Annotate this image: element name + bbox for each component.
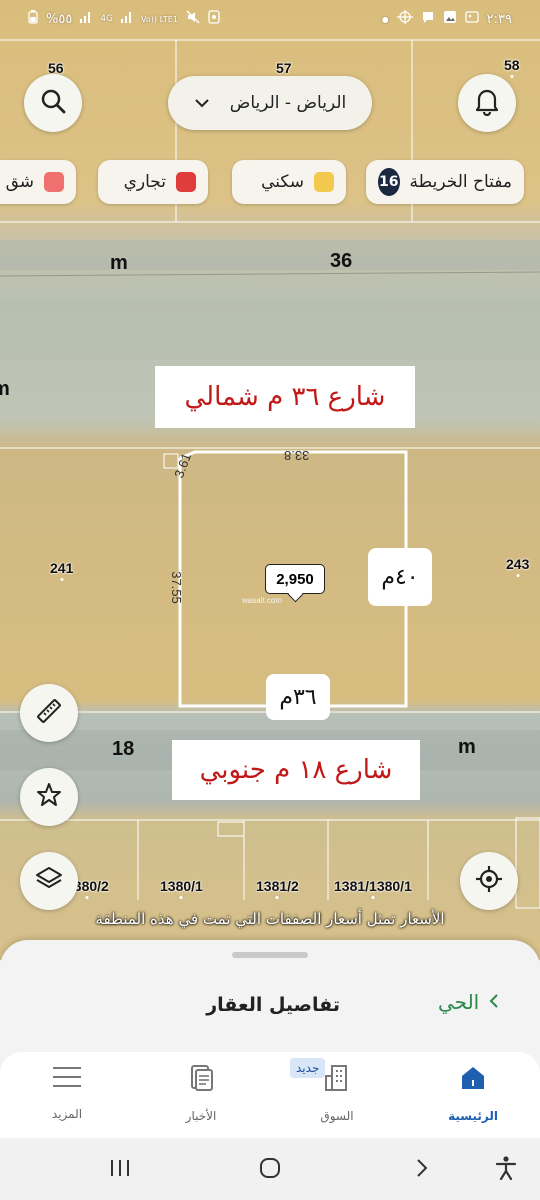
residential-swatch [314,172,334,192]
plot-number: 1381/1380/1 [334,878,412,894]
front-length-annotation: ٣٦م [266,674,330,720]
app-icon [396,10,413,28]
sheet-handle[interactable] [232,952,308,958]
district-link[interactable]: الحي [438,990,499,1014]
menu-icon [51,1064,83,1093]
ruler-icon [34,696,64,730]
legend-commercial[interactable]: تجاري [98,160,208,204]
nav-news-label: الأخبار [185,1109,217,1123]
status-time: ٢:٣٩ [486,11,512,27]
accessibility-icon [494,1155,518,1185]
map-key-count: 16 [378,168,400,196]
nav-home[interactable]: الرئيسية [418,1064,528,1123]
legend-apartments[interactable]: شق [0,160,76,204]
home-icon [458,1064,488,1095]
street-width: 18 [112,738,135,760]
star-icon [34,780,64,814]
map-key-chip[interactable]: 16 مفتاح الخريطة [366,160,524,204]
legend-apartments-label: شق [5,172,34,192]
sheet-title: تفاصيل العقار [206,994,340,1016]
commercial-swatch [176,172,196,192]
home-system-button[interactable] [254,1154,286,1186]
search-icon [39,87,67,119]
recent-apps-button[interactable] [104,1154,136,1186]
watermark: wasalt.com [242,596,283,605]
chevron-right-icon [414,1157,430,1183]
locate-button[interactable] [460,852,518,910]
gallery-icon [443,10,457,28]
network-volte: Vo)) LTE1 [141,14,178,24]
street-label: m [110,252,128,274]
chevron-down-icon [194,93,210,113]
mute-icon [186,10,200,28]
locate-icon [474,864,504,898]
south-street-annotation: شارع ١٨ م جنوبي [172,740,420,800]
side-length-annotation: ٤٠م [368,548,432,606]
map-key-label: مفتاح الخريطة [409,172,512,192]
city-selector-label: الرياض - الرياض [229,93,347,113]
measure-button[interactable] [20,684,78,742]
map-lines [0,39,540,909]
search-button[interactable] [24,74,82,132]
dimension-top: 33.8 [284,448,310,463]
notification-icon [208,10,220,28]
layers-button[interactable] [20,852,78,910]
street-width: 36 [330,250,353,272]
plot-number: 57 [276,60,292,76]
building-icon [322,1064,352,1095]
apartments-swatch [44,172,64,192]
district-link-label: الحي [438,990,480,1014]
nav-more-label: المزيد [51,1107,83,1121]
dimension-left: 37.55 [168,571,184,604]
city-selector[interactable]: الرياض - الرياض [168,76,372,130]
plot-number: 1381/2 [256,878,299,894]
bottom-nav: المزيد الأخبار السوق جديد الرئيسية [0,1052,540,1138]
battery-percent: %٥٥ [46,11,73,27]
signal-icon [80,11,92,27]
battery-icon [28,10,38,28]
status-left: %٥٥ 4G Vo)) LTE1 [28,10,220,28]
status-bar: %٥٥ 4G Vo)) LTE1 ● ٢:٣٩ [0,0,540,38]
plot-number: 58 [504,57,520,73]
map-view[interactable]: 56 57 58 241 243 1380/2 1380/1 1381/2 13… [0,0,540,960]
new-badge: جديد [290,1058,326,1078]
legend-residential-label: سكني [261,172,304,192]
recent-apps-icon [108,1158,132,1182]
plot-number: 243 [506,556,530,572]
status-right: ● ٢:٣٩ [382,10,512,28]
price-pin[interactable]: 2,950 [265,564,325,594]
layers-icon [34,864,64,898]
nav-home-label: الرئيسية [448,1109,498,1123]
street-label: m [458,736,476,758]
chevron-left-icon [489,990,499,1014]
notifications-button[interactable] [458,74,516,132]
home-circle-icon [258,1156,282,1184]
street-label: m [0,378,10,400]
news-icon [188,1064,214,1095]
legend-residential[interactable]: سكني [232,160,346,204]
image-icon [465,10,479,28]
bell-icon [473,86,501,120]
north-street-annotation: شارع ٣٦ م شمالي [155,366,415,428]
back-system-button[interactable] [406,1154,438,1186]
network-4g: 4G [100,14,114,24]
signal-icon [121,11,133,27]
favorite-button[interactable] [20,768,78,826]
nav-market-label: السوق [320,1109,354,1123]
dot-icon: ● [381,14,389,24]
plot-number: 241 [50,560,74,576]
nav-more[interactable]: المزيد [12,1064,122,1121]
plot-number: 1380/1 [160,878,203,894]
nav-news[interactable]: الأخبار [146,1064,256,1123]
price-notice: الأسعار تمثل أسعار الصفقات التي تمت في ه… [95,910,445,928]
legend-commercial-label: تجاري [123,172,166,192]
system-nav [0,1138,540,1200]
chat-icon [421,10,435,28]
accessibility-button[interactable] [490,1154,522,1186]
